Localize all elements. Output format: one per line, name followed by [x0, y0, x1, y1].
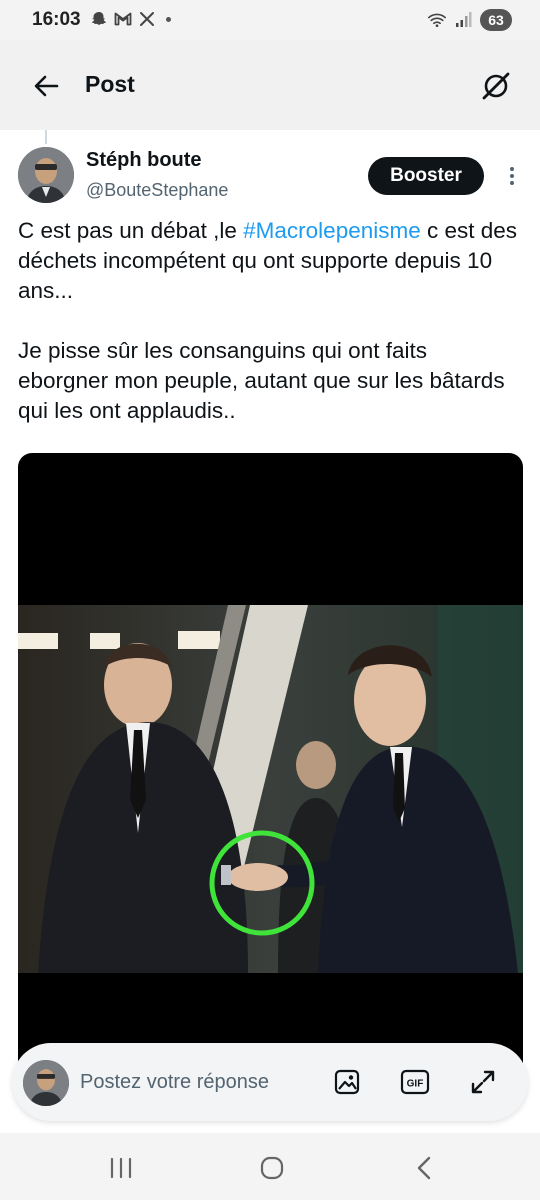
gmail-icon	[114, 10, 132, 28]
author-display-name[interactable]: Stéph boute	[86, 149, 202, 172]
post-media[interactable]	[18, 453, 523, 1093]
post-text-paragraph2: Je pisse sûr les consanguins qui ont fai…	[18, 338, 505, 423]
more-notifications-dot	[166, 16, 171, 22]
notification-icons	[90, 10, 171, 28]
signal-icon	[454, 11, 472, 29]
recent-apps-icon[interactable]	[106, 1153, 136, 1183]
image-icon[interactable]	[332, 1067, 362, 1097]
home-icon[interactable]	[257, 1153, 287, 1183]
back-button[interactable]	[28, 68, 64, 104]
grok-button[interactable]	[478, 68, 514, 104]
post-text: C est pas un débat ,le #Macrolepenisme c…	[18, 216, 523, 426]
back-icon[interactable]	[409, 1153, 439, 1183]
system-navigation-bar	[0, 1133, 540, 1200]
grok-icon	[482, 72, 510, 100]
top-app-bar: Post	[0, 40, 540, 130]
reply-input[interactable]: Postez votre réponse	[80, 1071, 269, 1094]
user-avatar	[23, 1060, 69, 1106]
wifi-icon	[428, 11, 446, 29]
snapchat-icon	[90, 10, 108, 28]
system-icons: 63	[428, 9, 512, 31]
reply-composer-bar[interactable]: Postez votre réponse GIF	[12, 1043, 528, 1121]
page-title: Post	[85, 71, 135, 97]
battery-indicator: 63	[480, 9, 512, 31]
expand-icon[interactable]	[468, 1067, 498, 1097]
more-options-icon[interactable]	[500, 164, 524, 188]
author-avatar[interactable]	[18, 147, 74, 203]
boost-button[interactable]: Booster	[368, 157, 484, 195]
post-photo	[18, 605, 523, 973]
status-bar: 16:03 63	[0, 0, 540, 40]
gif-icon[interactable]: GIF	[400, 1067, 430, 1097]
post-text-part1: C est pas un débat ,le	[18, 218, 244, 243]
hashtag-link[interactable]: #Macrolepenisme	[243, 218, 421, 243]
author-handle[interactable]: @BouteStephane	[86, 180, 228, 201]
x-icon	[138, 10, 156, 28]
status-time: 16:03	[32, 9, 81, 30]
arrow-left-icon	[34, 75, 59, 97]
thread-connector-line	[45, 130, 47, 144]
gif-label: GIF	[407, 1079, 424, 1090]
